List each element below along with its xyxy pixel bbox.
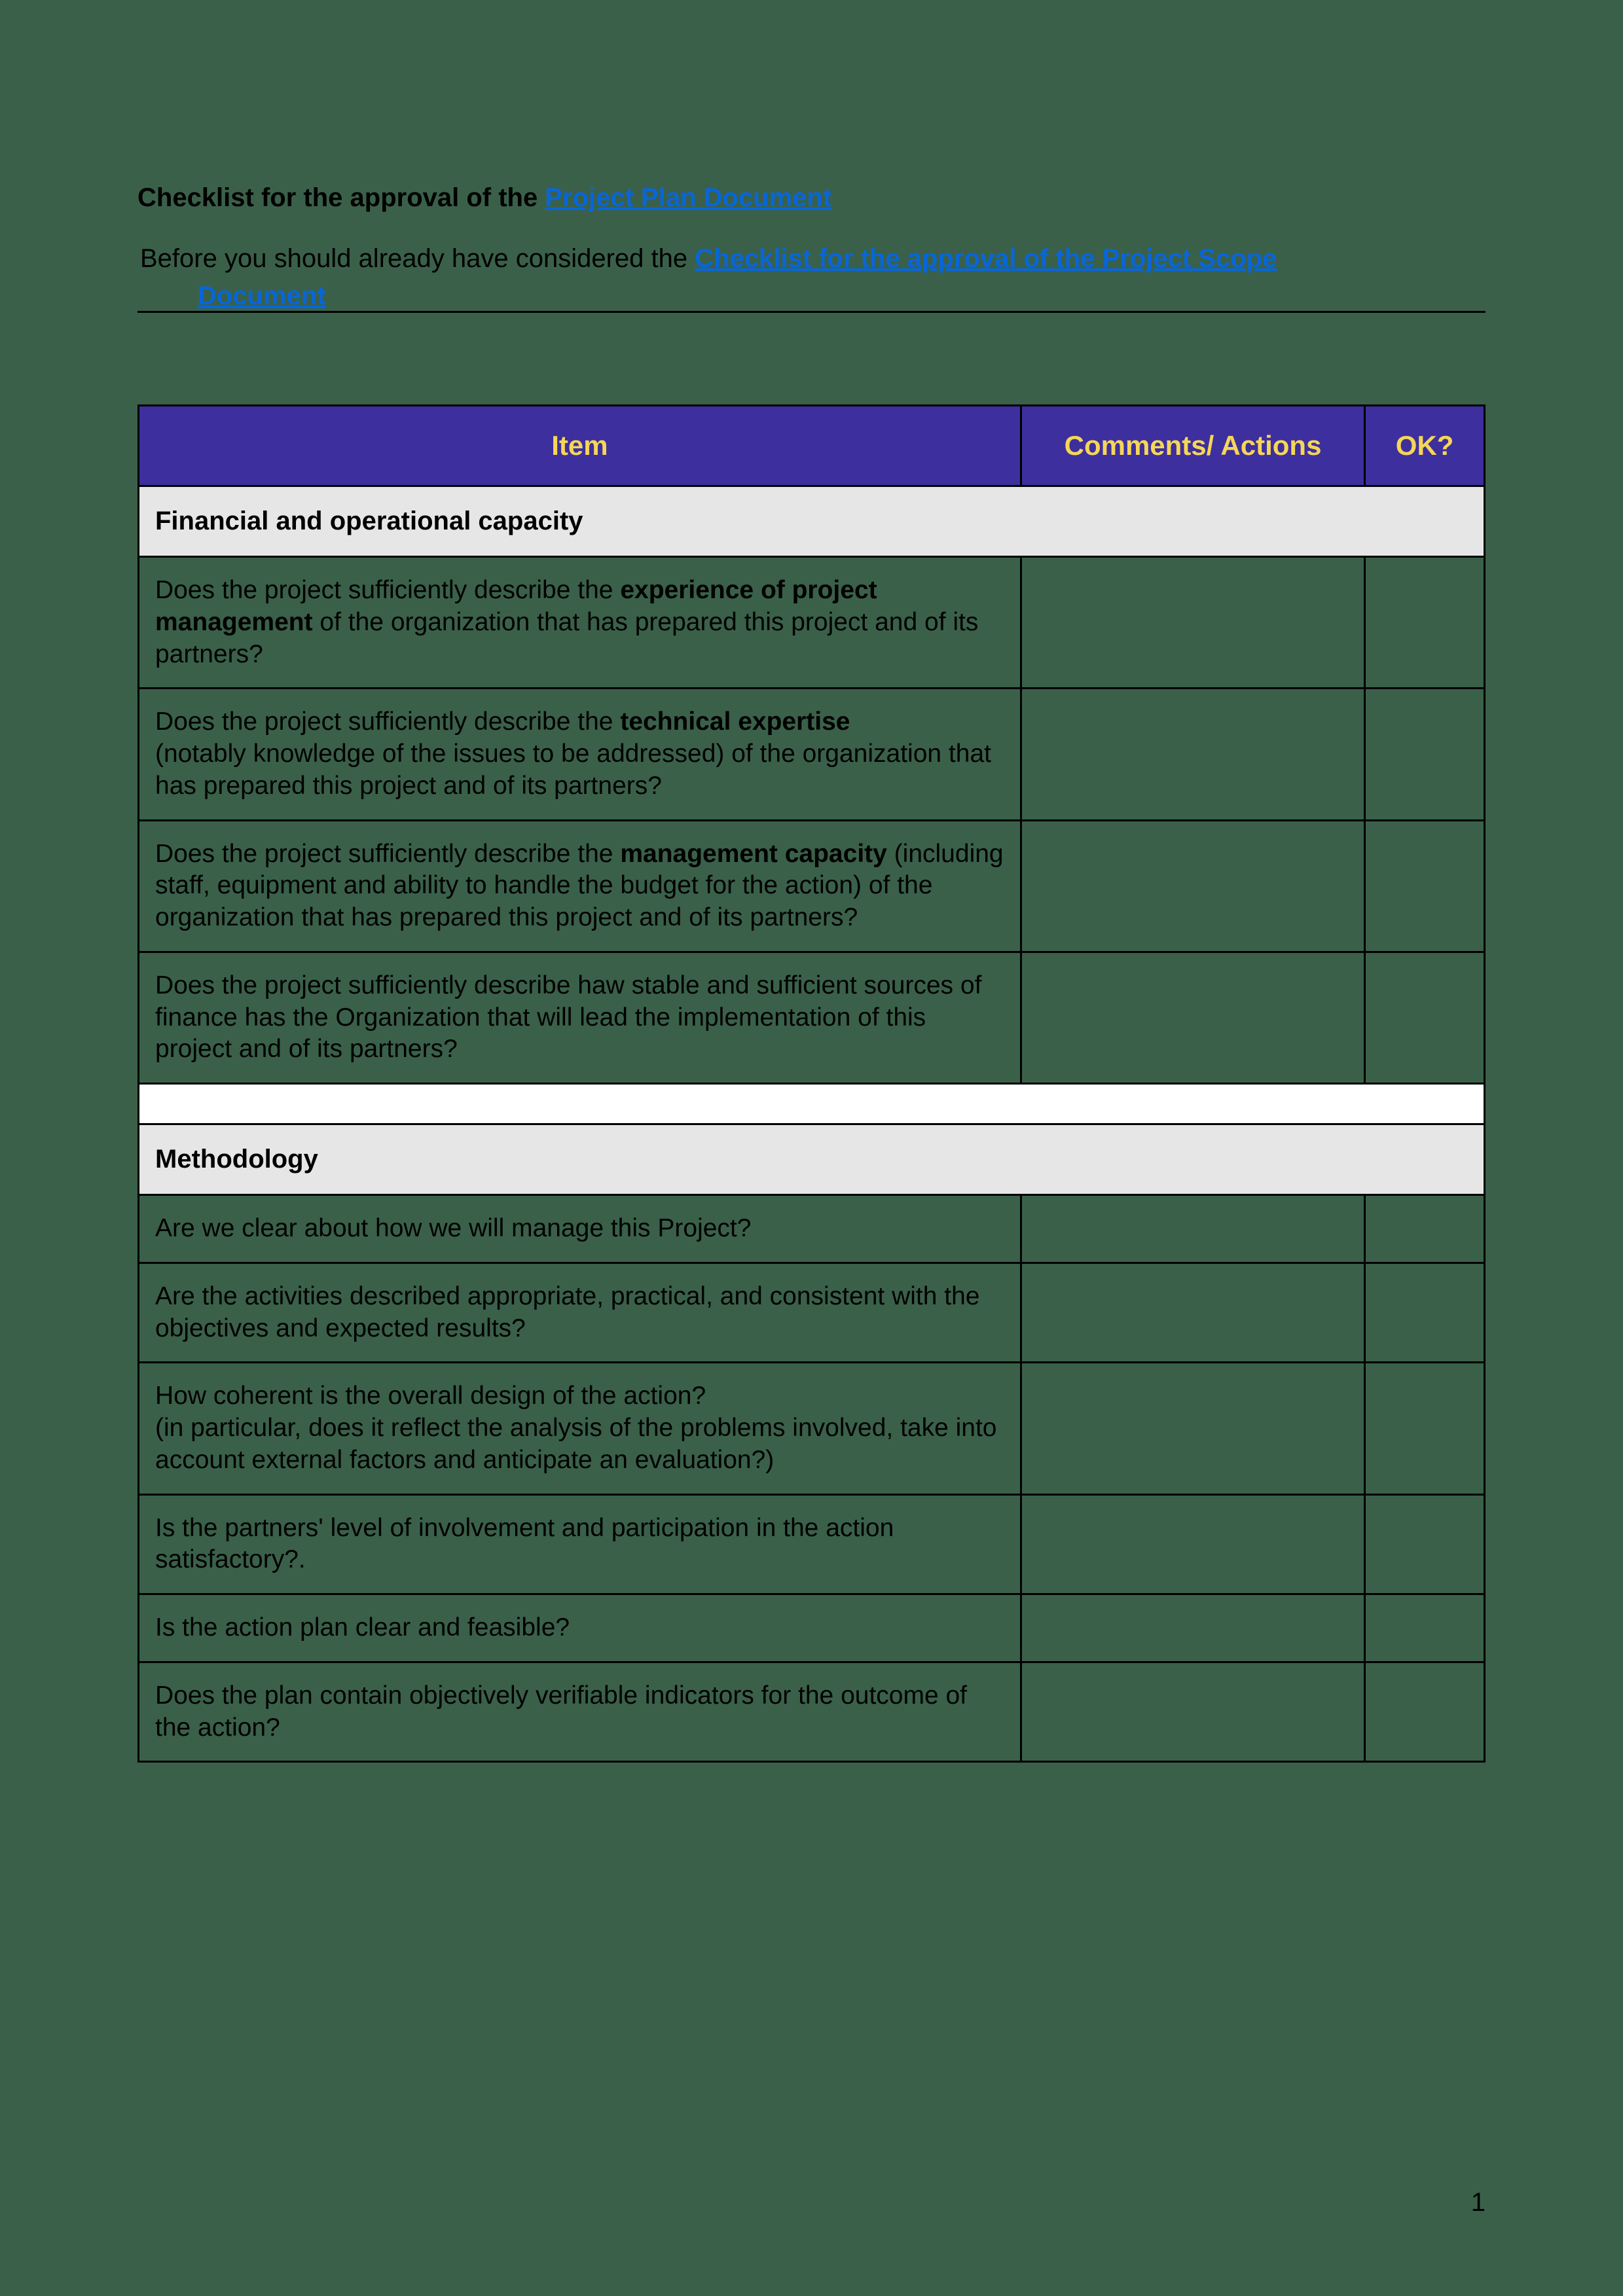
section-row: Methodology [139,1124,1485,1195]
item-cell: Are we clear about how we will manage th… [139,1195,1021,1263]
section-row: Financial and operational capacity [139,486,1485,557]
comments-cell[interactable] [1021,1195,1364,1263]
page-number: 1 [1471,2188,1486,2217]
item-cell: Does the plan contain objectively verifi… [139,1662,1021,1762]
ok-cell[interactable] [1365,820,1485,952]
intro-text: Before you should already have considere… [137,244,1486,274]
item-cell: Does the project sufficiently describe t… [139,820,1021,952]
ok-cell[interactable] [1365,1263,1485,1363]
table-header-row: Item Comments/ Actions OK? [139,406,1485,486]
table-row: Are the activities described appropriate… [139,1263,1485,1363]
header-ok: OK? [1365,406,1485,486]
header-divider: Document [137,279,1486,313]
ok-cell[interactable] [1365,952,1485,1083]
item-text-post: (notably knowledge of the issues to be a… [155,740,991,800]
item-cell: Is the partners' level of involvement an… [139,1494,1021,1594]
table-row: Are we clear about how we will manage th… [139,1195,1485,1263]
scope-checklist-link-continue[interactable]: Document [137,281,326,310]
header-comments: Comments/ Actions [1021,406,1364,486]
table-row: Does the plan contain objectively verifi… [139,1662,1485,1762]
item-cell: Are the activities described appropriate… [139,1263,1021,1363]
comments-cell[interactable] [1021,557,1364,689]
comments-cell[interactable] [1021,820,1364,952]
table-row: Is the action plan clear and feasible? [139,1594,1485,1662]
intro-prefix: Before you should already have considere… [140,244,695,273]
item-text-pre: Does the project sufficiently describe t… [155,576,620,604]
comments-cell[interactable] [1021,1263,1364,1363]
blank-row [139,1084,1485,1124]
ok-cell[interactable] [1365,1195,1485,1263]
scope-checklist-link[interactable]: Checklist for the approval of the Projec… [695,244,1277,273]
comments-cell[interactable] [1021,1662,1364,1762]
item-text-bold: management capacity [620,840,887,868]
item-cell: Does the project sufficiently describe h… [139,952,1021,1083]
project-plan-link[interactable]: Project Plan Document [545,183,831,212]
title-prefix: Checklist for the approval of the [137,183,545,212]
item-cell: Does the project sufficiently describe t… [139,557,1021,689]
comments-cell[interactable] [1021,1494,1364,1594]
section-title: Methodology [139,1124,1485,1195]
header-item: Item [139,406,1021,486]
ok-cell[interactable] [1365,1662,1485,1762]
table-row: Does the project sufficiently describe t… [139,689,1485,820]
table-row: How coherent is the overall design of th… [139,1363,1485,1494]
item-text-pre: Does the project sufficiently describe t… [155,840,620,868]
ok-cell[interactable] [1365,1363,1485,1494]
item-cell: Does the project sufficiently describe t… [139,689,1021,820]
item-text-pre: Does the project sufficiently describe t… [155,708,620,736]
page-title: Checklist for the approval of the Projec… [137,183,1486,213]
table-row: Does the project sufficiently describe t… [139,820,1485,952]
item-cell: Is the action plan clear and feasible? [139,1594,1021,1662]
item-text-bold: technical expertise [620,708,850,736]
section-title: Financial and operational capacity [139,486,1485,557]
ok-cell[interactable] [1365,689,1485,820]
comments-cell[interactable] [1021,1363,1364,1494]
table-row: Does the project sufficiently describe h… [139,952,1485,1083]
checklist-table: Item Comments/ Actions OK? Financial and… [137,404,1486,1763]
comments-cell[interactable] [1021,952,1364,1083]
ok-cell[interactable] [1365,557,1485,689]
ok-cell[interactable] [1365,1594,1485,1662]
table-row: Does the project sufficiently describe t… [139,557,1485,689]
comments-cell[interactable] [1021,1594,1364,1662]
comments-cell[interactable] [1021,689,1364,820]
ok-cell[interactable] [1365,1494,1485,1594]
item-cell: How coherent is the overall design of th… [139,1363,1021,1494]
table-row: Is the partners' level of involvement an… [139,1494,1485,1594]
blank-cell [139,1084,1485,1124]
